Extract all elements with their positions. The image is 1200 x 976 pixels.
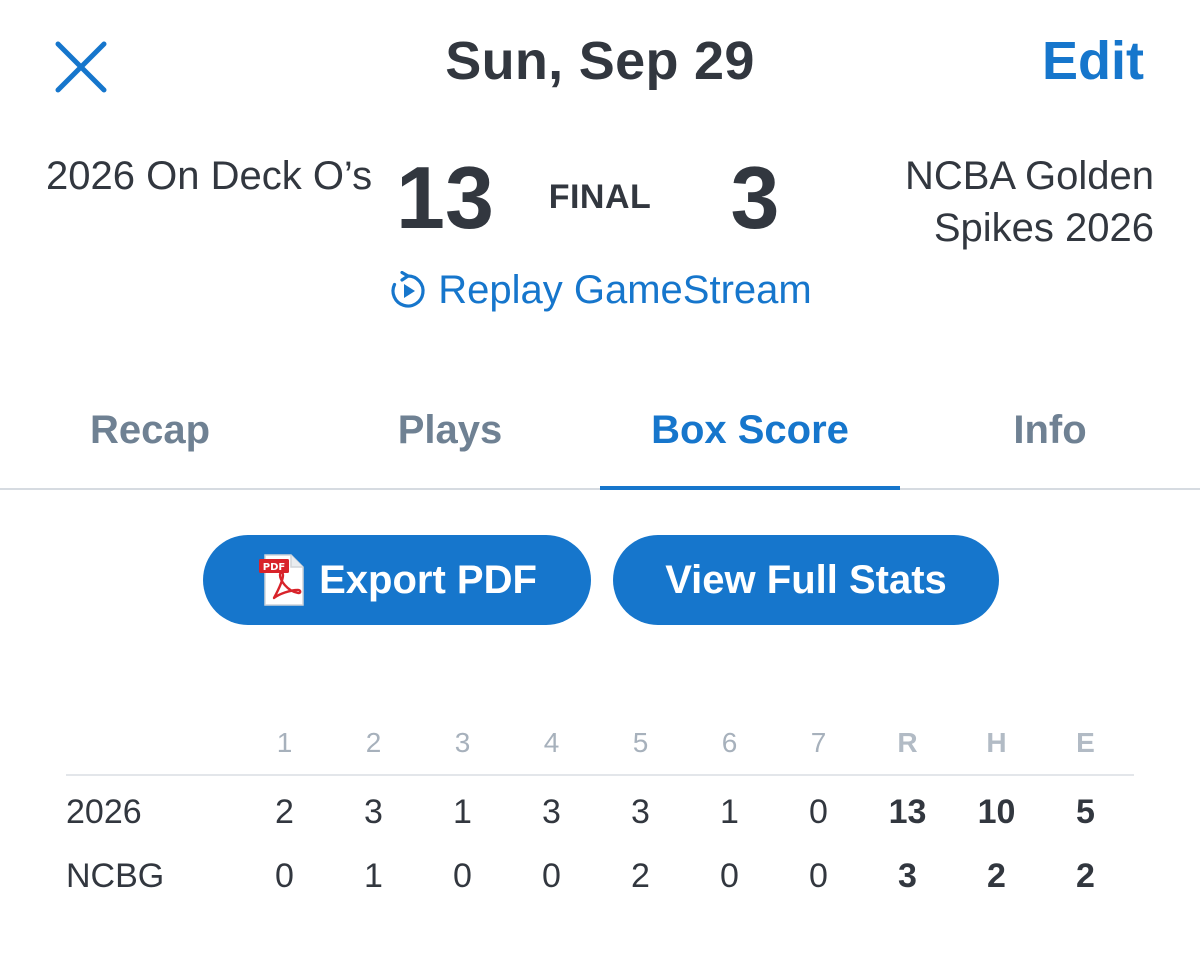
inning-score: 0 bbox=[542, 856, 561, 895]
pdf-icon: PDF bbox=[259, 554, 304, 606]
inning-score: 3 bbox=[364, 792, 383, 831]
inning-score: 1 bbox=[364, 856, 383, 895]
table-row: NCBG 0 1 0 0 2 0 0 3 2 2 bbox=[66, 844, 1134, 908]
page-title: Sun, Sep 29 bbox=[445, 31, 755, 91]
view-full-stats-label: View Full Stats bbox=[665, 557, 947, 602]
tab-info[interactable]: Info bbox=[900, 396, 1200, 488]
inning-1-header: 1 bbox=[276, 727, 293, 758]
inning-score: 0 bbox=[809, 856, 828, 895]
inning-score: 3 bbox=[542, 792, 561, 831]
tab-bar: Recap Plays Box Score Info bbox=[0, 396, 1200, 490]
replay-label: Replay GameStream bbox=[438, 268, 812, 312]
home-team-name: NCBA Golden Spikes 2026 bbox=[904, 154, 1154, 250]
inning-score: 1 bbox=[453, 792, 472, 831]
away-team-name: 2026 On Deck O’s bbox=[46, 154, 373, 198]
inning-score: 2 bbox=[275, 792, 294, 831]
errors-header: E bbox=[1076, 727, 1095, 758]
row-team-abbr: 2026 bbox=[66, 792, 142, 831]
linescore-table: 1 2 3 4 5 6 7 R H E 2026 2 3 1 3 3 1 0 1… bbox=[66, 712, 1134, 908]
inning-score: 1 bbox=[720, 792, 739, 831]
inning-score: 0 bbox=[809, 792, 828, 831]
home-team-score: 3 bbox=[730, 148, 780, 247]
linescore-header-row: 1 2 3 4 5 6 7 R H E bbox=[66, 712, 1134, 776]
edit-button[interactable]: Edit bbox=[1042, 30, 1144, 92]
runs-total: 13 bbox=[888, 792, 927, 831]
replay-gamestream-link[interactable]: Replay GameStream bbox=[0, 268, 1200, 316]
inning-4-header: 4 bbox=[543, 727, 560, 758]
tab-recap[interactable]: Recap bbox=[0, 396, 300, 488]
errors-total: 2 bbox=[1076, 856, 1095, 895]
replay-icon bbox=[391, 270, 425, 308]
export-pdf-label: Export PDF bbox=[319, 557, 537, 602]
svg-text:PDF: PDF bbox=[263, 562, 285, 573]
hits-header: H bbox=[986, 727, 1007, 758]
tab-plays[interactable]: Plays bbox=[300, 396, 600, 488]
runs-header: R bbox=[897, 727, 918, 758]
view-full-stats-button[interactable]: View Full Stats bbox=[613, 535, 999, 625]
game-status: FINAL bbox=[548, 178, 652, 216]
row-team-abbr: NCBG bbox=[66, 856, 165, 895]
inning-score: 0 bbox=[720, 856, 739, 895]
inning-3-header: 3 bbox=[454, 727, 471, 758]
export-pdf-button[interactable]: PDF Export PDF bbox=[203, 535, 591, 625]
hits-total: 2 bbox=[987, 856, 1006, 895]
inning-2-header: 2 bbox=[365, 727, 382, 758]
inning-7-header: 7 bbox=[810, 727, 827, 758]
hits-total: 10 bbox=[977, 792, 1016, 831]
inning-5-header: 5 bbox=[632, 727, 649, 758]
inning-6-header: 6 bbox=[721, 727, 738, 758]
table-row: 2026 2 3 1 3 3 1 0 13 10 5 bbox=[66, 780, 1134, 844]
inning-score: 2 bbox=[631, 856, 650, 895]
inning-score: 3 bbox=[631, 792, 650, 831]
inning-score: 0 bbox=[453, 856, 472, 895]
errors-total: 5 bbox=[1076, 792, 1095, 831]
tab-box-score[interactable]: Box Score bbox=[600, 396, 900, 490]
inning-score: 0 bbox=[275, 856, 294, 895]
away-team-score: 13 bbox=[396, 148, 494, 247]
runs-total: 3 bbox=[898, 856, 917, 895]
